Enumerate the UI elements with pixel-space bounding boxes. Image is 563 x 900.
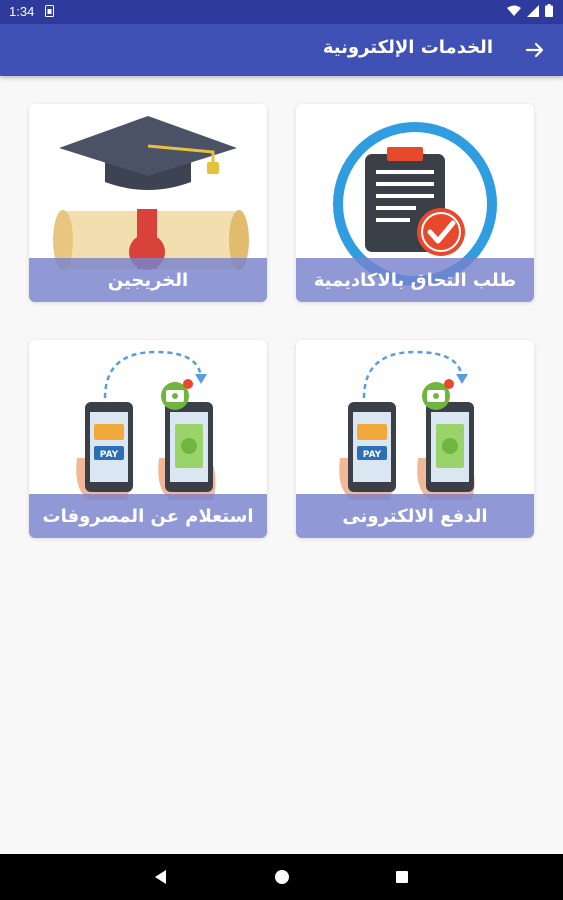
arrow-right-icon[interactable] <box>521 36 549 64</box>
card-graduates[interactable]: الخريجين <box>29 104 267 302</box>
app-bar: الخدمات الإلكترونية <box>0 24 563 76</box>
card-label: الدفع الالكترونى <box>296 494 534 538</box>
svg-text:PAY: PAY <box>100 450 119 460</box>
card-electronic-payment[interactable]: PAY الدفع الالكترونى <box>296 340 534 538</box>
card-label: الخريجين <box>29 258 267 302</box>
status-time: 1:34 <box>9 4 35 19</box>
card-label: استعلام عن المصروفات <box>29 494 267 538</box>
page-title: الخدمات الإلكترونية <box>322 37 493 58</box>
card-admission-request[interactable]: طلب التحاق بالاكاديمية <box>296 104 534 302</box>
battery-icon <box>545 4 553 17</box>
navigation-bar <box>0 854 563 900</box>
sim-icon <box>45 5 54 17</box>
back-triangle-icon[interactable] <box>152 868 170 886</box>
svg-text:PAY: PAY <box>363 450 382 460</box>
card-fees-inquiry[interactable]: PAY استعلام عن المصروفات <box>29 340 267 538</box>
recents-square-icon[interactable] <box>393 868 411 886</box>
home-circle-icon[interactable] <box>273 868 291 886</box>
signal-icon <box>527 4 539 17</box>
status-bar: 1:34 <box>0 0 563 24</box>
wifi-icon <box>507 5 521 16</box>
card-label: طلب التحاق بالاكاديمية <box>296 258 534 302</box>
